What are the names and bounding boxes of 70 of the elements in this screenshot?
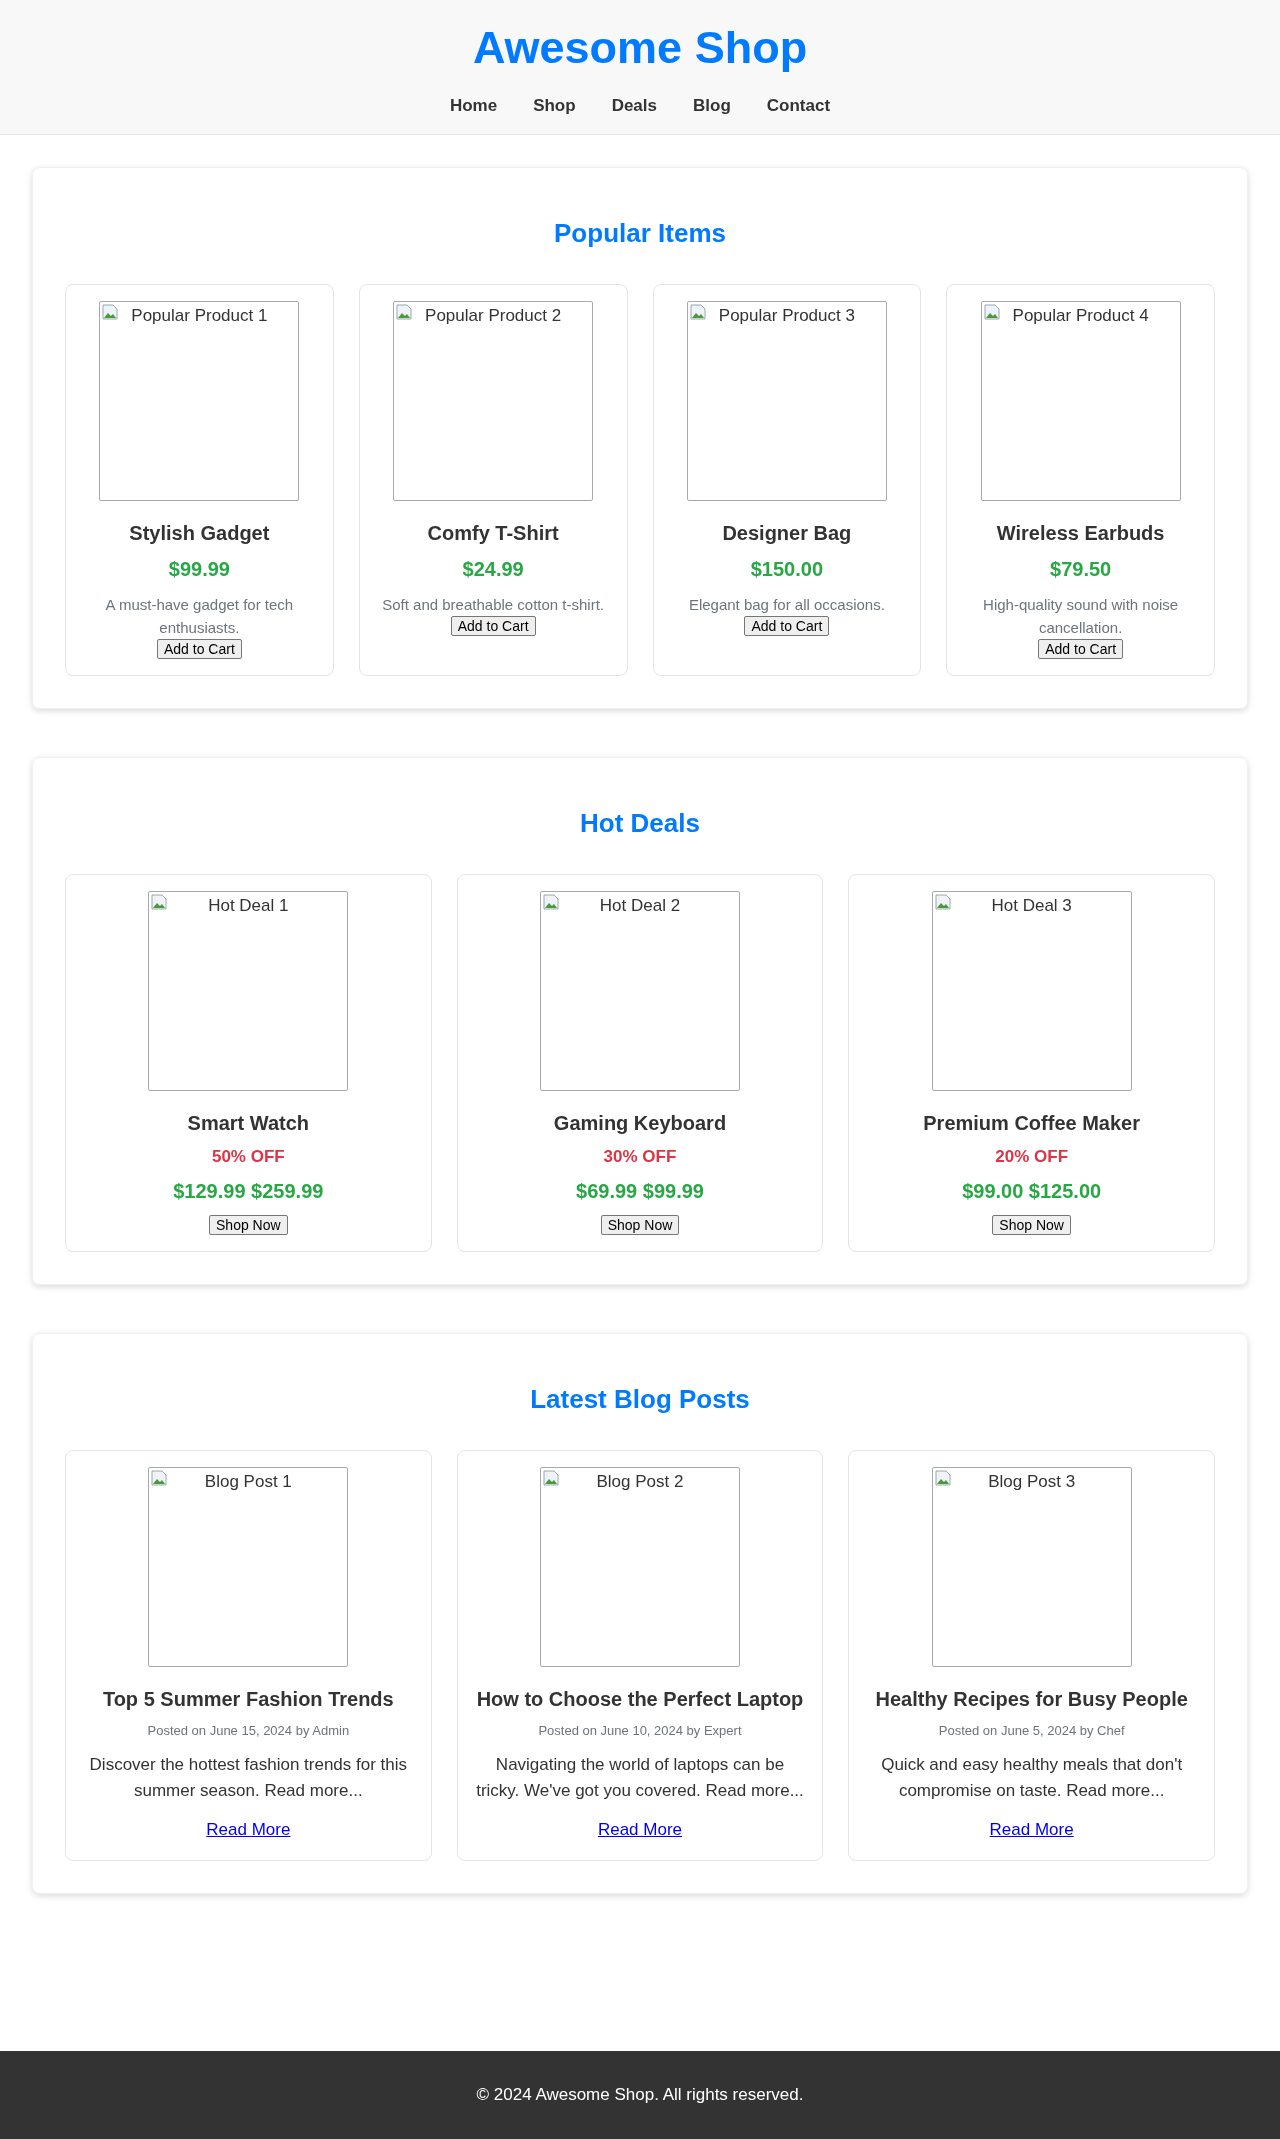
nav-link[interactable]: Home: [449, 96, 498, 116]
product-price: $79.50: [1050, 557, 1112, 581]
broken-image-icon: [151, 1470, 168, 1486]
add-to-cart-button[interactable]: Add to Cart: [744, 616, 830, 636]
image-alt-text: Blog Post 1: [204, 1472, 292, 1492]
nav-link[interactable]: Deals: [611, 96, 657, 116]
blog-title: Top 5 Summer Fashion Trends: [102, 1687, 394, 1711]
deal-price: $99.00 $125.00: [962, 1179, 1102, 1203]
broken-image-icon: [543, 1470, 559, 1486]
product-description: Elegant bag for all occasions.: [688, 595, 885, 615]
post-meta: Posted on June 15, 2024 by Admin: [147, 1723, 350, 1738]
deal-price: $69.99 $99.99: [576, 1179, 704, 1203]
nav-link[interactable]: Contact: [766, 96, 831, 116]
discount-label: 20% OFF: [995, 1147, 1069, 1167]
post-excerpt: Navigating the world of laptops can be tricky. We've got you covered. Read more...: [475, 1754, 805, 1802]
product-name: Comfy T-Shirt: [427, 521, 559, 545]
image-alt-text: Popular Product 2: [425, 306, 562, 326]
blog-title: How to Choose the Perfect Laptop: [476, 1687, 804, 1711]
add-to-cart-button[interactable]: Add to Cart: [450, 616, 536, 636]
discount-label: 50% OFF: [211, 1147, 285, 1167]
product-description: Soft and breathable cotton t-shirt.: [382, 595, 605, 615]
read-more-link[interactable]: Read More: [206, 1820, 291, 1840]
post-excerpt: Discover the hottest fashion trends for this summer season. Read more...: [88, 1754, 409, 1802]
nav-link[interactable]: Shop: [533, 96, 576, 116]
product-name: Designer Bag: [722, 521, 852, 545]
broken-image-icon: [396, 304, 413, 320]
image-alt-text: Blog Post 3: [988, 1472, 1076, 1492]
post-meta: Posted on June 5, 2024 by Chef: [938, 1723, 1125, 1738]
broken-image-icon: [983, 304, 1000, 320]
read-more-link[interactable]: Read More: [597, 1820, 683, 1840]
image-alt-text: Popular Product 4: [1012, 306, 1149, 326]
broken-image-icon: [102, 304, 119, 320]
section-title: Latest Blog Posts: [529, 1384, 751, 1414]
shop-now-button[interactable]: Shop Now: [992, 1215, 1071, 1235]
post-excerpt: Quick and easy healthy meals that don't compromise on taste. Read more...: [880, 1754, 1184, 1802]
product-price: $150.00: [750, 557, 823, 581]
image-alt-text: Blog Post 2: [596, 1472, 684, 1492]
nav-link[interactable]: Blog: [693, 96, 731, 116]
image-alt-text: Popular Product 3: [718, 306, 855, 326]
product-name: Wireless Earbuds: [996, 521, 1165, 545]
image-alt-text: Popular Product 1: [131, 306, 268, 326]
broken-image-icon: [689, 304, 706, 320]
deal-name: Premium Coffee Maker: [923, 1111, 1141, 1135]
read-more-link[interactable]: Read More: [989, 1820, 1074, 1840]
product-name: Stylish Gadget: [129, 521, 270, 545]
post-meta: Posted on June 10, 2024 by Expert: [538, 1723, 742, 1738]
deal-name: Smart Watch: [187, 1111, 310, 1135]
add-to-cart-button[interactable]: Add to Cart: [156, 639, 242, 659]
product-price: $99.99: [168, 557, 230, 581]
section-title: Popular Items: [553, 218, 727, 248]
broken-image-icon: [934, 1470, 951, 1486]
shop-now-button[interactable]: Shop Now: [209, 1215, 288, 1235]
image-alt-text: Hot Deal 2: [599, 896, 681, 916]
shop-now-button[interactable]: Shop Now: [600, 1215, 680, 1235]
product-price: $24.99: [462, 557, 524, 581]
site-title: Awesome Shop: [472, 22, 808, 74]
add-to-cart-button[interactable]: Add to Cart: [1038, 639, 1124, 659]
blog-title: Healthy Recipes for Busy People: [875, 1687, 1188, 1711]
image-alt-text: Hot Deal 1: [208, 896, 289, 916]
discount-label: 30% OFF: [603, 1147, 677, 1167]
deal-name: Gaming Keyboard: [553, 1111, 727, 1135]
product-description: A must-have gadget for tech enthusiasts.: [104, 595, 295, 638]
image-alt-text: Hot Deal 3: [991, 896, 1072, 916]
deal-price: $129.99 $259.99: [173, 1179, 324, 1203]
copyright-text: © 2024 Awesome Shop. All rights reserved.: [476, 2085, 804, 2104]
broken-image-icon: [151, 894, 168, 910]
broken-image-icon: [543, 894, 559, 910]
section-title: Hot Deals: [579, 808, 701, 838]
product-description: High-quality sound with noise cancellation.: [982, 595, 1180, 638]
broken-image-icon: [934, 894, 951, 910]
